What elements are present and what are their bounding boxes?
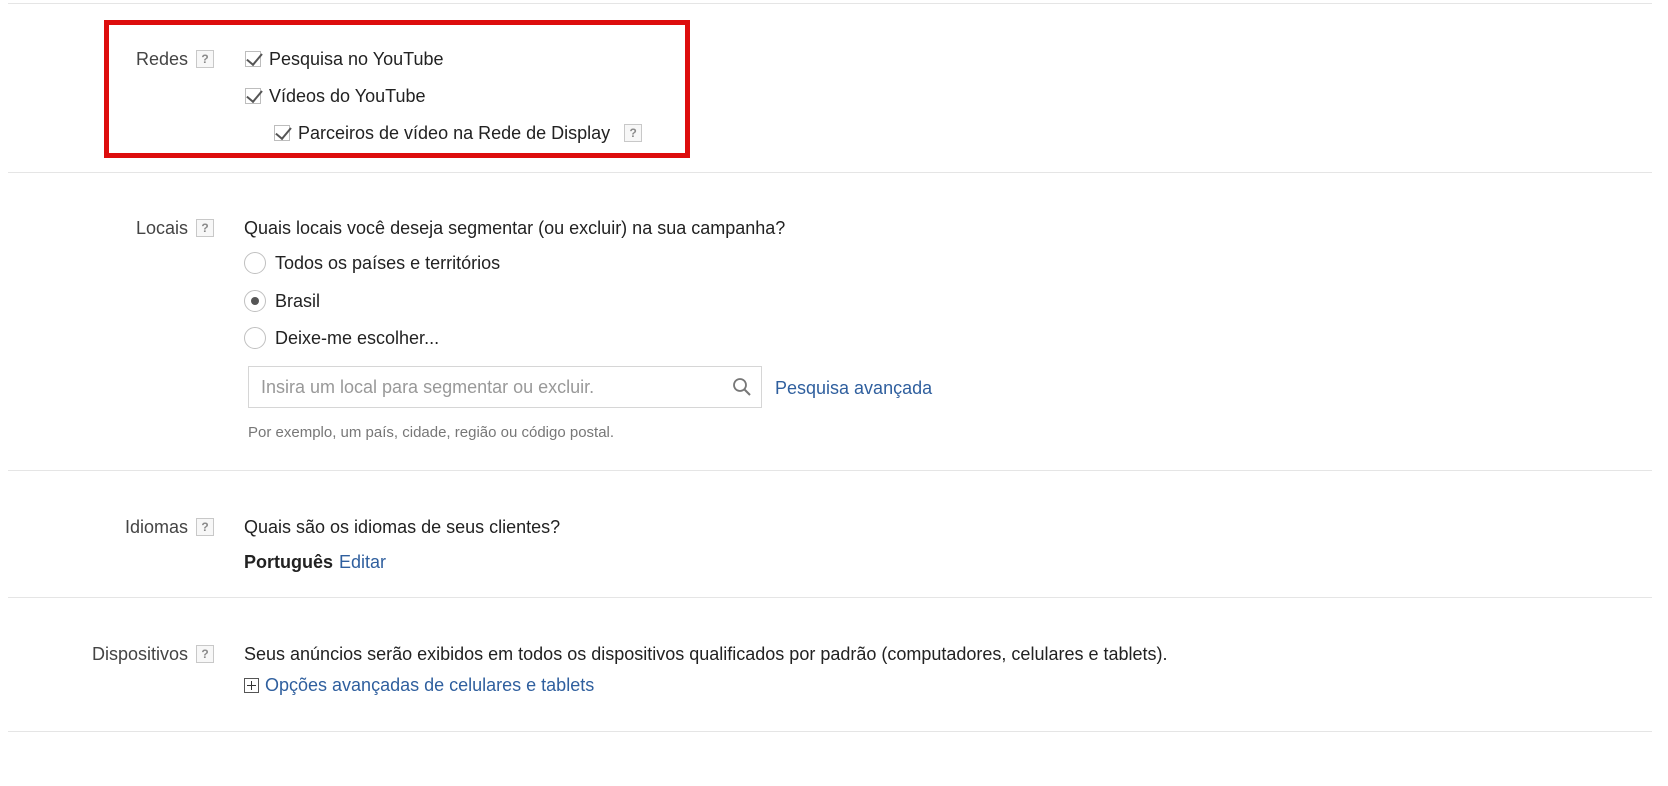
divider <box>8 597 1652 598</box>
edit-languages-link[interactable]: Editar <box>339 552 386 573</box>
location-search-input[interactable] <box>249 368 727 406</box>
checkbox-youtube-videos[interactable]: Vídeos do YouTube <box>245 84 425 108</box>
languages-label-text: Idiomas <box>124 516 188 537</box>
radio-label: Todos os países e territórios <box>275 252 501 273</box>
radio-all-countries[interactable]: Todos os países e territórios <box>244 251 500 275</box>
languages-value-row: Português Editar <box>244 550 386 574</box>
checkbox-label: Parceiros de vídeo na Rede de Display <box>298 122 611 143</box>
advanced-search-link[interactable]: Pesquisa avançada <box>775 376 932 400</box>
help-icon[interactable]: ? <box>196 518 214 536</box>
search-icon[interactable] <box>727 372 757 402</box>
locations-question: Quais locais você deseja segmentar (ou e… <box>244 217 786 238</box>
help-icon[interactable]: ? <box>196 645 214 663</box>
advanced-devices-row[interactable]: Opções avançadas de celulares e tablets <box>244 673 594 697</box>
devices-description: Seus anúncios serão exibidos em todos os… <box>244 643 1168 664</box>
divider <box>8 470 1652 471</box>
languages-question: Quais são os idiomas de seus clientes? <box>244 516 561 537</box>
location-hint: Por exemplo, um país, cidade, região ou … <box>248 424 615 441</box>
checkbox-youtube-search[interactable]: Pesquisa no YouTube <box>245 47 443 71</box>
selected-language: Português <box>244 551 334 572</box>
networks-label: Redes ? <box>136 47 214 71</box>
languages-label: Idiomas ? <box>125 515 214 539</box>
location-search-box[interactable] <box>248 366 762 408</box>
divider <box>8 172 1652 173</box>
checkbox-label: Vídeos do YouTube <box>269 85 426 106</box>
radio-label: Deixe-me escolher... <box>275 327 440 348</box>
expand-plus-icon[interactable] <box>244 677 259 693</box>
devices-label: Dispositivos ? <box>92 642 214 666</box>
divider <box>8 731 1652 732</box>
checkbox-label: Pesquisa no YouTube <box>269 48 444 69</box>
help-icon[interactable]: ? <box>196 50 214 68</box>
locations-label-text: Locais <box>135 217 188 238</box>
radio-selected-icon[interactable] <box>244 290 266 312</box>
help-icon[interactable]: ? <box>624 124 643 142</box>
locations-label: Locais ? <box>136 216 214 240</box>
advanced-devices-link[interactable]: Opções avançadas de celulares e tablets <box>265 675 594 696</box>
radio-brasil[interactable]: Brasil <box>244 289 320 313</box>
radio-let-me-choose[interactable]: Deixe-me escolher... <box>244 326 439 350</box>
checkbox-checked-icon[interactable] <box>245 51 261 67</box>
checkbox-checked-icon[interactable] <box>245 88 261 104</box>
checkbox-checked-icon[interactable] <box>274 125 290 141</box>
networks-label-text: Redes <box>135 48 188 69</box>
checkbox-display-partners[interactable]: Parceiros de vídeo na Rede de Display ? <box>274 121 643 145</box>
divider <box>8 3 1652 4</box>
devices-label-text: Dispositivos <box>91 643 188 664</box>
radio-label: Brasil <box>275 290 321 311</box>
help-icon[interactable]: ? <box>196 219 214 237</box>
radio-icon[interactable] <box>244 327 266 349</box>
radio-icon[interactable] <box>244 252 266 274</box>
